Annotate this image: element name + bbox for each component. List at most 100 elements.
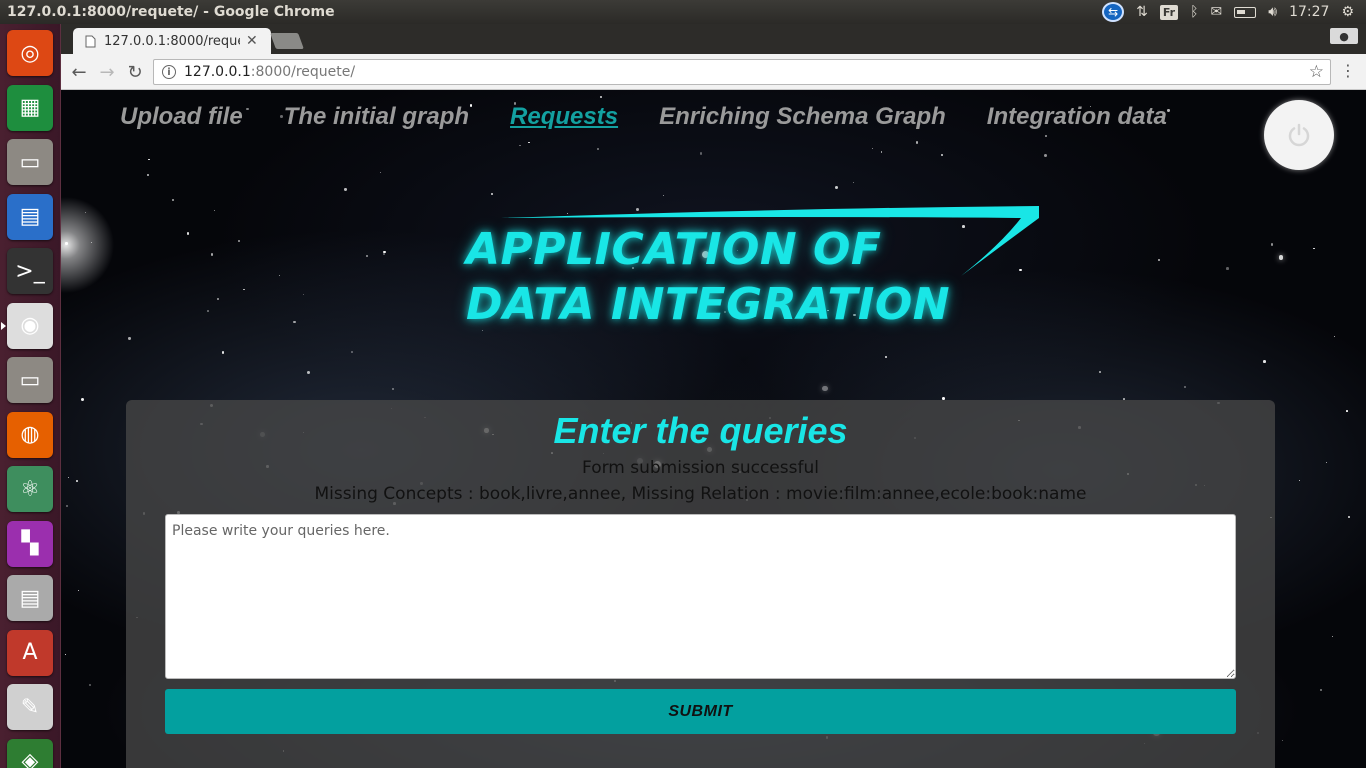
logo-line-2: DATA INTEGRATION [466, 279, 951, 330]
main-nav: Upload file The initial graph Requests E… [120, 100, 1208, 134]
star-dot [1298, 479, 1301, 482]
profile-icon[interactable]: ● [1330, 28, 1358, 44]
star-dot [1184, 385, 1186, 388]
submit-button[interactable]: SUBMIT [165, 689, 1236, 734]
app-icon-14-glyph-icon: ◈ [21, 749, 39, 768]
app-icon-12[interactable]: A [7, 629, 53, 676]
firefox-glyph-icon: ◍ [20, 422, 40, 447]
page-viewport: Upload file The initial graph Requests E… [61, 90, 1366, 768]
settings-gear-icon[interactable]: ⚙ [1341, 0, 1354, 24]
browser-tabstrip: 127.0.0.1:8000/requete/ ✕ ● [61, 24, 1366, 54]
star-dot [67, 476, 69, 479]
nav-enriching-schema-graph[interactable]: Enriching Schema Graph [659, 103, 946, 131]
chrome-icon[interactable]: ◉ [7, 302, 53, 349]
star-dot [880, 151, 883, 153]
ubuntu-dash-glyph-icon: ◎ [20, 40, 40, 66]
forward-arrow-icon[interactable]: → [95, 60, 119, 84]
battery-icon[interactable] [1234, 0, 1257, 24]
app-icon-12-glyph-icon: A [22, 640, 38, 665]
volume-icon[interactable]: 🔊︎ [1268, 0, 1277, 24]
missing-concepts-message: Missing Concepts : book,livre,annee, Mis… [314, 484, 1087, 504]
files-icon-2[interactable]: ▭ [7, 357, 53, 403]
star-dot [207, 309, 210, 312]
star-dot [519, 144, 521, 146]
star-dot [292, 320, 296, 324]
star-dot [1043, 154, 1047, 158]
network-icon[interactable]: ⇅ [1136, 0, 1148, 24]
app-grid-glyph-icon: ▚ [21, 531, 39, 556]
url-host: 127.0.0.1 [184, 64, 251, 80]
chrome-glyph-icon: ◉ [20, 313, 40, 338]
star-dot [88, 683, 92, 687]
star-dot [76, 480, 78, 483]
star-dot [65, 505, 68, 508]
star-dot [852, 182, 854, 184]
query-form-panel: Enter the queries Form submission succes… [126, 400, 1275, 768]
logout-button[interactable] [1264, 100, 1334, 170]
terminal-icon[interactable]: >_ [7, 248, 53, 294]
star-dot [699, 152, 703, 155]
atom-glyph-icon: ⚛ [20, 476, 40, 502]
files-glyph-icon: ▭ [19, 149, 41, 175]
page-icon [85, 35, 96, 47]
star-dot [1331, 635, 1334, 638]
tab-close-icon[interactable]: ✕ [246, 33, 258, 49]
form-title: Enter the queries [553, 410, 848, 451]
keyboard-layout-label: Fr [1159, 4, 1179, 20]
app-icon-14[interactable]: ◈ [7, 738, 53, 768]
browser-tab-active[interactable]: 127.0.0.1:8000/requete/ ✕ [73, 28, 271, 54]
reload-icon[interactable]: ↻ [123, 60, 147, 84]
mail-icon[interactable]: ✉ [1211, 0, 1223, 24]
star-dot [64, 653, 67, 656]
bluetooth-icon[interactable]: ᛒ [1190, 0, 1198, 24]
nav-integration-data[interactable]: Integration data [987, 103, 1167, 131]
star-dot [915, 141, 919, 144]
libreoffice-calc-icon[interactable]: ▦ [7, 84, 53, 131]
star-dot [128, 337, 131, 340]
nav-requests[interactable]: Requests [510, 103, 618, 131]
libreoffice-writer-glyph-icon: ▤ [19, 204, 41, 229]
star-dot [222, 351, 225, 354]
ubuntu-dash-icon[interactable]: ◎ [7, 30, 53, 76]
star-dot [148, 158, 151, 161]
star-dot [65, 242, 68, 245]
star-dot [84, 212, 86, 214]
star-dot [211, 253, 214, 256]
keyboard-layout-indicator[interactable]: Fr [1159, 0, 1179, 24]
star-dot [884, 355, 888, 358]
teamviewer-icon[interactable]: ⇆ [1102, 0, 1125, 24]
star-dot [1347, 515, 1350, 518]
address-bar[interactable]: i 127.0.0.1:8000/requete/ ☆ [153, 59, 1331, 85]
site-info-icon[interactable]: i [162, 65, 176, 79]
app-icon-13[interactable]: ✎ [7, 684, 53, 730]
star-dot [940, 153, 943, 156]
bookmark-star-icon[interactable]: ☆ [1309, 62, 1324, 82]
app-grid-icon[interactable]: ▚ [7, 520, 53, 567]
files-icon-2-glyph-icon: ▭ [19, 367, 41, 393]
queries-textarea[interactable] [165, 514, 1236, 679]
atom-icon[interactable]: ⚛ [7, 466, 53, 512]
star-dot [147, 173, 150, 176]
app-icon-11[interactable]: ▤ [7, 575, 53, 621]
app-logo: APPLICATION OF DATA INTEGRATION [461, 206, 1041, 336]
firefox-icon[interactable]: ◍ [7, 411, 53, 458]
back-arrow-icon[interactable]: ← [67, 60, 91, 84]
clock[interactable]: 17:27 [1289, 0, 1329, 24]
window-title: 127.0.0.1:8000/requete/ - Google Chrome [7, 4, 335, 20]
nav-upload-file[interactable]: Upload file [120, 103, 243, 131]
nav-initial-graph[interactable]: The initial graph [284, 103, 469, 131]
browser-menu-icon[interactable]: ⋮ [1340, 61, 1356, 80]
star-dot [213, 210, 216, 212]
new-tab-button[interactable] [270, 33, 304, 49]
libreoffice-writer-icon[interactable]: ▤ [7, 193, 53, 240]
terminal-glyph-icon: >_ [15, 258, 45, 284]
star-dot [351, 351, 353, 354]
files-icon[interactable]: ▭ [7, 139, 53, 185]
star-dot [77, 590, 79, 592]
star-dot [278, 274, 280, 276]
star-dot [490, 192, 493, 195]
star-dot [303, 293, 305, 295]
star-dot [1281, 739, 1283, 741]
unity-launcher: ◎ ▦ ▭ ▤ >_ ◉ ▭ ◍ ⚛ ▚ ▤ A ✎ ◈ [0, 24, 61, 768]
power-icon [1288, 123, 1310, 147]
